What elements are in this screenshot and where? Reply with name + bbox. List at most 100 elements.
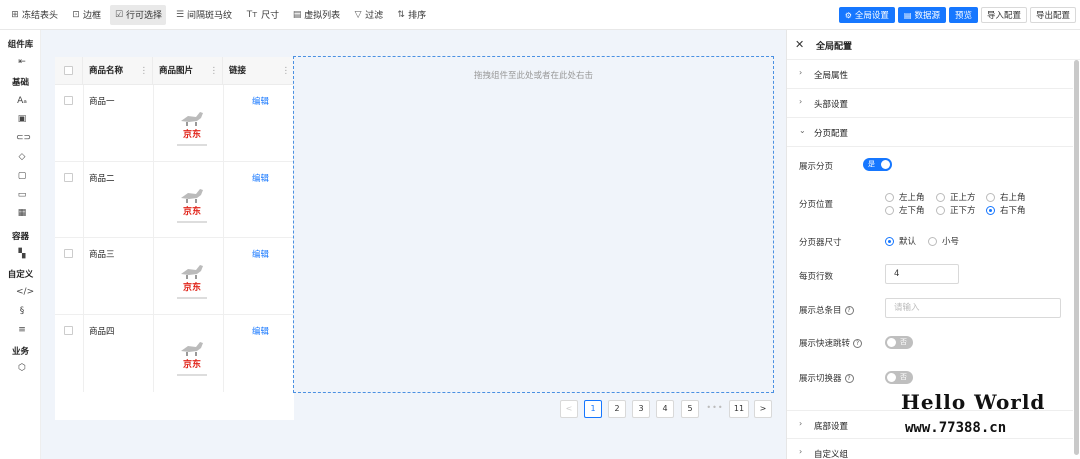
zebra-stripe-toggle[interactable]: ☰ 间隔斑马纹 [171,5,236,25]
page-button-4[interactable]: 4 [656,400,674,418]
edit-link[interactable]: 编辑 [252,172,269,184]
image-component-icon[interactable]: ▣ [16,113,28,125]
size-small-radio[interactable]: 小号 [928,235,959,247]
form-component-icon[interactable]: ▦ [16,207,28,219]
section-custom-group[interactable]: › 自定义组 [787,439,1073,459]
column-header-name[interactable]: 商品名称 ⋮ [83,57,153,85]
size-changer-switch[interactable]: 否 [885,371,913,384]
help-icon[interactable]: ? [844,374,854,383]
dog-logo-icon [181,265,203,279]
drop-zone[interactable]: 拖拽组件至此处或者在此处右击 [293,56,774,393]
column-header-image[interactable]: 商品图片 ⋮ [153,57,223,85]
quick-jumper-switch[interactable]: 否 [885,336,913,349]
quick-jumper-label: 展示快速跳转? [799,337,863,349]
column-menu-icon[interactable]: ⋮ [140,57,149,85]
export-config-button[interactable]: 导出配置 [1029,7,1076,23]
row-checkbox[interactable] [64,249,73,258]
page-button-3[interactable]: 3 [632,400,650,418]
column-menu-icon[interactable]: ⋮ [210,57,219,85]
row-selectable-toggle[interactable]: ☑ 行可选择 [110,4,167,25]
tag-component-icon[interactable]: ◇ [16,151,28,163]
section-pagination-config[interactable]: ⌄ 分页配置 [787,118,1073,147]
basic-section-title: 基础 [11,78,29,88]
section-header-settings[interactable]: › 头部设置 [787,89,1073,118]
page-ellipsis[interactable]: ••• [705,400,725,418]
column-header-link[interactable]: 链接 ⋮ [223,57,294,85]
frame-component-icon[interactable]: ▢ [16,170,28,182]
table-row[interactable]: 商品四 京东 编辑 [55,315,294,392]
row-checkbox[interactable] [64,96,73,105]
position-top-center-radio[interactable]: 正上方 [936,191,976,203]
table-row[interactable]: 商品三 京东 编辑 [55,238,294,315]
show-pagination-switch[interactable]: 是 [863,158,892,171]
position-bottom-center-radio[interactable]: 正下方 [936,204,976,216]
code-component-icon[interactable]: </> [16,286,34,298]
edit-link[interactable]: 编辑 [252,325,269,337]
show-total-label: 展示总条目? [799,304,854,316]
toolbar-actions: ⚙ 全局设置 ▤ 数据源 预览 导入配置 导出配置 [836,7,1076,23]
size-default-radio[interactable]: 默认 [885,235,916,247]
link-component-icon[interactable]: ⊂⊃ [16,132,31,144]
select-all-cell [55,57,83,85]
chevron-right-icon: › [799,447,803,456]
cell-divider [223,162,224,238]
select-all-checkbox[interactable] [64,66,73,75]
top-toolbar: ⊞ 冻结表头 ⊡ 边框 ☑ 行可选择 ☰ 间隔斑马纹 Tт 尺寸 ▤ 虚拟列表 ▽ 过滤 ⇅ 排… [0,0,1080,30]
border-toggle[interactable]: ⊡ 边框 [67,5,105,25]
design-canvas[interactable]: 商品名称 ⋮ 商品图片 ⋮ 链接 ⋮ 商品一 京东 编辑 商品二 京东 编辑 商… [41,30,786,459]
custom-section-title: 自定义 [7,270,34,280]
position-bottom-right-radio[interactable]: 右下角 [986,204,1026,216]
position-bottom-left-radio[interactable]: 左下角 [885,204,925,216]
cell-divider [223,238,224,315]
card-component-icon[interactable]: ▭ [16,189,28,201]
chevron-down-icon: ⌄ [799,126,806,135]
page-button-last[interactable]: 11 [729,400,749,418]
show-pagination-label: 展示分页 [799,162,834,172]
layout-component-icon[interactable]: ▚ [16,248,28,260]
function-component-icon[interactable]: § [16,305,28,317]
global-settings-button[interactable]: ⚙ 全局设置 [838,7,895,23]
list-icon: ▤ [292,9,302,20]
text-component-icon[interactable]: Aₐ [16,95,28,107]
edit-link[interactable]: 编辑 [252,248,269,260]
datasource-button[interactable]: ▤ 数据源 [897,7,946,23]
collapse-icon[interactable]: ⇤ [16,56,28,68]
page-button-5[interactable]: 5 [681,400,699,418]
table-row[interactable]: 商品二 京东 编辑 [55,162,294,238]
next-page-button[interactable]: > [754,400,772,418]
component-sidebar: 组件库 ⇤ 基础 Aₐ ▣ ⊂⊃ ◇ ▢ ▭ ▦ 容器 ▚ 自定义 </> § … [0,30,41,459]
show-total-input[interactable]: 请输入 [885,298,1061,318]
page-size-input[interactable]: 4 [885,264,959,284]
product-image: 京东 [171,260,213,304]
size-toggle[interactable]: Tт 尺寸 [241,5,283,25]
page-button-1[interactable]: 1 [584,400,602,418]
virtual-list-toggle[interactable]: ▤ 虚拟列表 [288,5,344,25]
list-component-icon[interactable]: ≡ [16,324,28,336]
freeze-header-toggle[interactable]: ⊞ 冻结表头 [6,5,62,25]
cube-component-icon[interactable]: ⬡ [16,362,28,374]
product-table[interactable]: 商品名称 ⋮ 商品图片 ⋮ 链接 ⋮ 商品一 京东 编辑 商品二 京东 编辑 商… [55,57,294,420]
cell-divider [153,315,154,392]
help-icon[interactable]: ? [853,339,863,348]
panel-scrollbar[interactable] [1074,60,1079,455]
close-icon[interactable]: ✕ [795,38,804,51]
section-global-props[interactable]: › 全局属性 [787,60,1073,89]
product-name: 商品二 [89,174,115,184]
cell-divider [223,315,224,392]
row-checkbox[interactable] [64,173,73,182]
table-row[interactable]: 商品一 京东 编辑 [55,85,294,162]
prev-page-button[interactable]: < [560,400,578,418]
position-top-right-radio[interactable]: 右上角 [986,191,1026,203]
position-top-left-radio[interactable]: 左上角 [885,191,925,203]
row-checkbox[interactable] [64,326,73,335]
sort-toggle[interactable]: ⇅ 排序 [392,5,430,25]
preview-button[interactable]: 预览 [948,7,978,23]
container-section-title: 容器 [11,232,29,242]
import-config-button[interactable]: 导入配置 [980,7,1027,23]
filter-toggle[interactable]: ▽ 过滤 [349,5,387,25]
column-menu-icon[interactable]: ⋮ [282,57,291,85]
page-button-2[interactable]: 2 [608,400,626,418]
edit-link[interactable]: 编辑 [252,95,269,107]
database-icon: ▤ [903,10,912,20]
help-icon[interactable]: ? [844,306,854,315]
